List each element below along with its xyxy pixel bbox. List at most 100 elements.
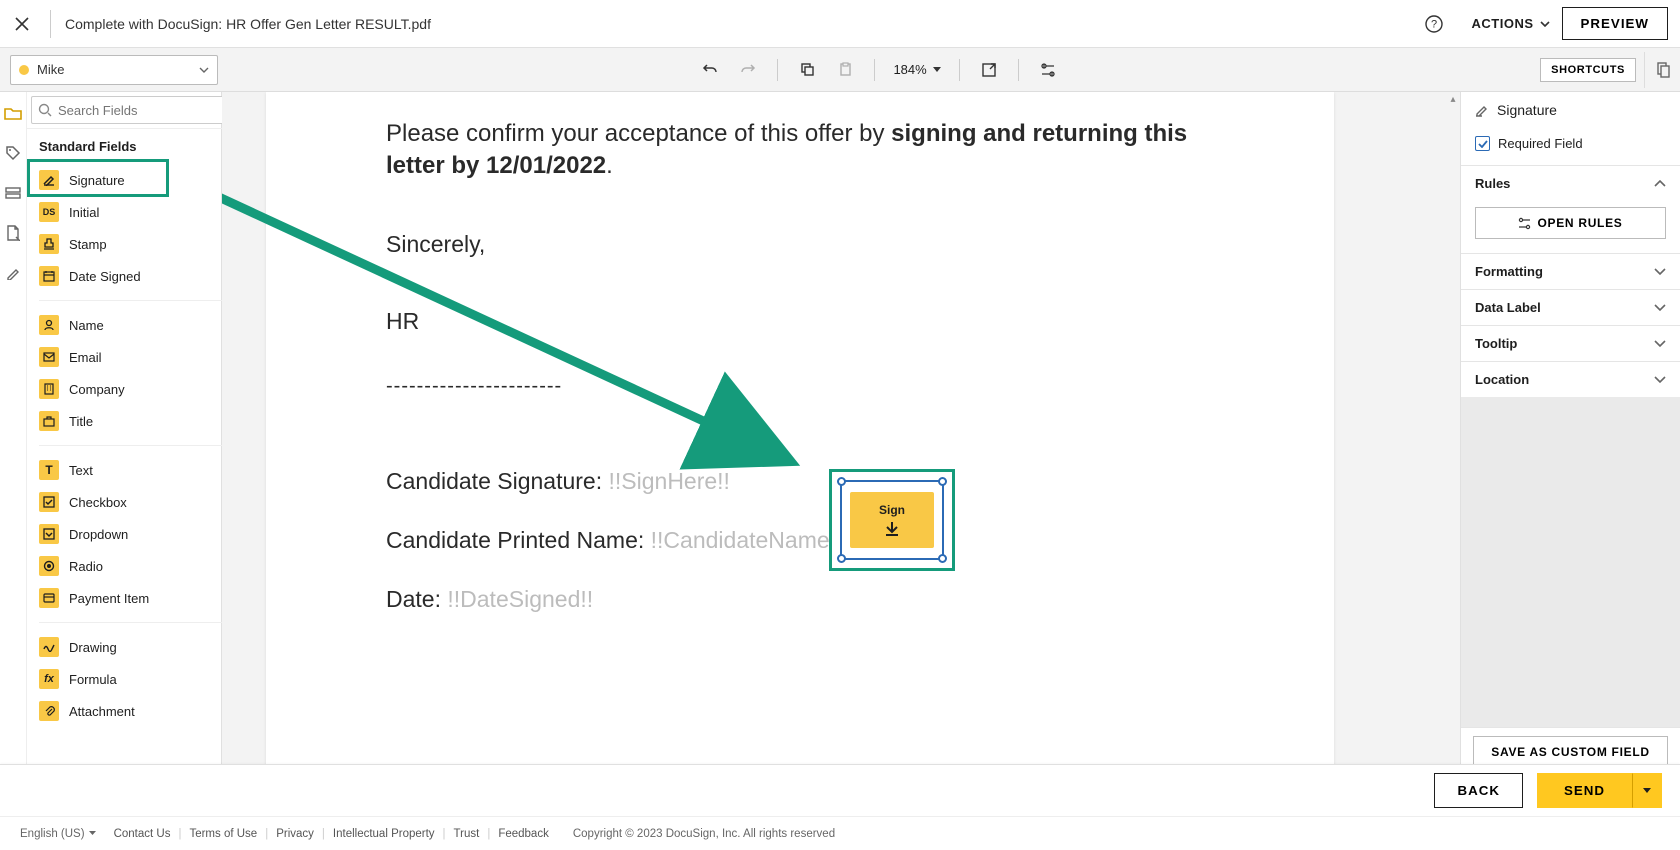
field-label: Name xyxy=(69,318,104,333)
radio-icon xyxy=(39,556,59,576)
copy-icon xyxy=(800,62,815,77)
help-button[interactable]: ? xyxy=(1418,8,1450,40)
language-selector[interactable]: English (US) xyxy=(20,828,96,840)
sliders-icon xyxy=(1040,62,1056,78)
stamp-icon xyxy=(39,234,59,254)
data-label-label: Data Label xyxy=(1475,300,1541,315)
rail-merge-fields[interactable] xyxy=(0,180,26,206)
search-input[interactable] xyxy=(58,103,234,118)
field-label: Title xyxy=(69,414,93,429)
field-label: Checkbox xyxy=(69,495,127,510)
close-icon xyxy=(15,17,29,31)
footer-copyright: Copyright © 2023 DocuSign, Inc. All righ… xyxy=(573,828,835,840)
zoom-control[interactable]: 184% xyxy=(887,62,946,77)
field-label: Signature xyxy=(69,173,125,188)
chevron-down-icon xyxy=(1654,376,1666,384)
required-field-row[interactable]: Required Field xyxy=(1461,130,1680,165)
doc-hr: HR xyxy=(386,308,1214,335)
send-menu-button[interactable] xyxy=(1632,773,1662,808)
pages-panel-button[interactable] xyxy=(1644,52,1680,88)
field-label: Email xyxy=(69,350,102,365)
sliders-icon xyxy=(1518,217,1531,230)
open-rules-button[interactable]: OPEN RULES xyxy=(1475,207,1666,239)
help-icon: ? xyxy=(1425,15,1443,33)
autoplace-button[interactable] xyxy=(972,55,1006,85)
chevron-down-icon xyxy=(1540,21,1550,27)
rail-edit[interactable] xyxy=(0,260,26,286)
initial-icon: DS xyxy=(39,202,59,222)
footer-link-trust[interactable]: Trust xyxy=(454,828,480,840)
chevron-up-icon xyxy=(1654,180,1666,188)
drawing-icon xyxy=(39,637,59,657)
bottom-bar: English (US) Contact Us| Terms of Use| P… xyxy=(0,816,1680,850)
formatting-label: Formatting xyxy=(1475,264,1543,279)
location-label: Location xyxy=(1475,372,1529,387)
attachment-icon xyxy=(39,701,59,721)
doc-candidate-signature: Candidate Signature: !!SignHere!! xyxy=(386,468,1214,495)
zoom-value: 184% xyxy=(893,62,926,77)
recipient-name: Mike xyxy=(37,62,191,77)
footer-link-contact[interactable]: Contact Us xyxy=(114,828,171,840)
tag-icon xyxy=(5,145,21,161)
rules-section[interactable]: Rules xyxy=(1461,165,1680,201)
vertical-scrollbar[interactable]: ▴ ▾ xyxy=(1446,92,1460,816)
document-filename: Complete with DocuSign: HR Offer Gen Let… xyxy=(65,16,431,32)
email-icon xyxy=(39,347,59,367)
field-label: Date Signed xyxy=(69,269,141,284)
data-label-section[interactable]: Data Label xyxy=(1461,289,1680,325)
rail-custom-fields[interactable] xyxy=(0,140,26,166)
preview-button[interactable]: PREVIEW xyxy=(1562,7,1668,40)
divider xyxy=(874,59,875,81)
footer-link-terms[interactable]: Terms of Use xyxy=(189,828,257,840)
formatting-section[interactable]: Formatting xyxy=(1461,253,1680,289)
document-page[interactable]: Please confirm your acceptance of this o… xyxy=(266,92,1334,782)
scroll-up-icon[interactable]: ▴ xyxy=(1446,92,1460,106)
tooltip-section[interactable]: Tooltip xyxy=(1461,325,1680,361)
pen-icon xyxy=(6,266,20,280)
field-label: Initial xyxy=(69,205,99,220)
divider xyxy=(39,300,247,301)
rules-label: Rules xyxy=(1475,176,1510,191)
redo-button[interactable] xyxy=(731,55,765,85)
back-button[interactable]: BACK xyxy=(1434,773,1523,808)
footer-link-privacy[interactable]: Privacy xyxy=(276,828,314,840)
shortcuts-button[interactable]: SHORTCUTS xyxy=(1540,58,1636,82)
main-area: × Standard Fields Signature DS Initial S… xyxy=(0,92,1680,816)
footer-link-feedback[interactable]: Feedback xyxy=(498,828,549,840)
settings-tool-button[interactable] xyxy=(1031,55,1065,85)
recipient-dropdown[interactable]: Mike xyxy=(10,55,218,85)
field-label: Radio xyxy=(69,559,103,574)
undo-icon xyxy=(702,62,718,78)
doc-paragraph: Please confirm your acceptance of this o… xyxy=(386,118,1214,183)
divider xyxy=(777,59,778,81)
send-button-group: SEND xyxy=(1537,773,1662,808)
document-canvas[interactable]: Please confirm your acceptance of this o… xyxy=(222,92,1460,816)
actions-menu[interactable]: ACTIONS xyxy=(1472,16,1550,31)
checkbox-icon xyxy=(39,492,59,512)
redo-icon xyxy=(740,62,756,78)
rail-standard-fields[interactable] xyxy=(0,100,26,126)
required-checkbox[interactable] xyxy=(1475,136,1490,151)
tool-rail xyxy=(0,92,27,816)
send-button[interactable]: SEND xyxy=(1537,773,1632,808)
paste-button[interactable] xyxy=(828,55,862,85)
formula-icon: fx xyxy=(39,669,59,689)
undo-button[interactable] xyxy=(693,55,727,85)
rail-document[interactable] xyxy=(0,220,26,246)
paste-icon xyxy=(838,62,853,77)
text-icon: T xyxy=(39,460,59,480)
doc-dashes: ----------------------- xyxy=(386,375,1214,398)
copy-button[interactable] xyxy=(790,55,824,85)
field-label: Drawing xyxy=(69,640,117,655)
field-label: Dropdown xyxy=(69,527,128,542)
footer-link-ip[interactable]: Intellectual Property xyxy=(333,828,435,840)
actions-label: ACTIONS xyxy=(1472,16,1534,31)
caret-down-icon xyxy=(89,831,96,836)
properties-panel: Signature Required Field Rules OPEN RULE… xyxy=(1460,92,1680,816)
close-button[interactable] xyxy=(0,0,44,48)
divider xyxy=(39,445,247,446)
doc-date: Date: !!DateSigned!! xyxy=(386,586,1214,613)
doc-sincerely: Sincerely, xyxy=(386,231,1214,258)
location-section[interactable]: Location xyxy=(1461,361,1680,397)
building-icon xyxy=(39,379,59,399)
